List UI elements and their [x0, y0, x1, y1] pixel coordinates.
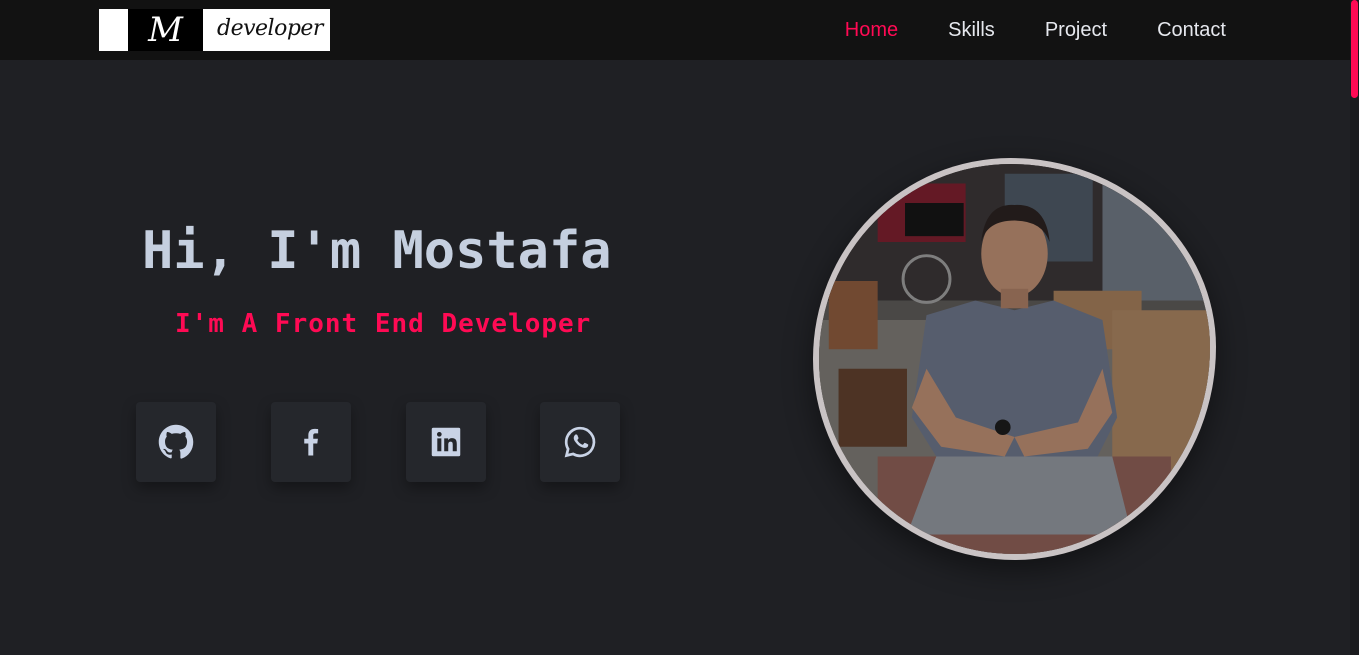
profile-photo: [819, 164, 1210, 554]
hero-title: Hi, I'm Mostafa: [142, 221, 612, 281]
nav-link-skills[interactable]: Skills: [948, 19, 995, 42]
linkedin-icon: [431, 427, 461, 457]
profile-photo-illustration: [819, 164, 1210, 554]
page: M developer Home Skills Project Contact …: [0, 0, 1359, 655]
logo[interactable]: M developer: [99, 9, 330, 51]
nav-link-project[interactable]: Project: [1045, 19, 1107, 42]
scrollbar[interactable]: [1350, 0, 1359, 655]
navbar: M developer Home Skills Project Contact: [0, 0, 1350, 60]
nav-link-home[interactable]: Home: [845, 19, 898, 42]
nav-links: Home Skills Project Contact: [795, 0, 1226, 60]
linkedin-button[interactable]: [406, 402, 486, 482]
facebook-button[interactable]: [271, 402, 351, 482]
hero-subtitle: I'm A Front End Developer: [175, 309, 592, 339]
whatsapp-button[interactable]: [540, 402, 620, 482]
github-button[interactable]: [136, 402, 216, 482]
logo-text: developer: [217, 16, 323, 41]
logo-mark: M: [128, 9, 203, 51]
facebook-icon: [304, 428, 319, 456]
nav-link-contact[interactable]: Contact: [1157, 19, 1226, 42]
profile-photo-frame: [813, 158, 1216, 560]
scrollbar-thumb[interactable]: [1351, 0, 1358, 98]
github-icon: [158, 424, 194, 459]
whatsapp-icon: [564, 426, 596, 458]
